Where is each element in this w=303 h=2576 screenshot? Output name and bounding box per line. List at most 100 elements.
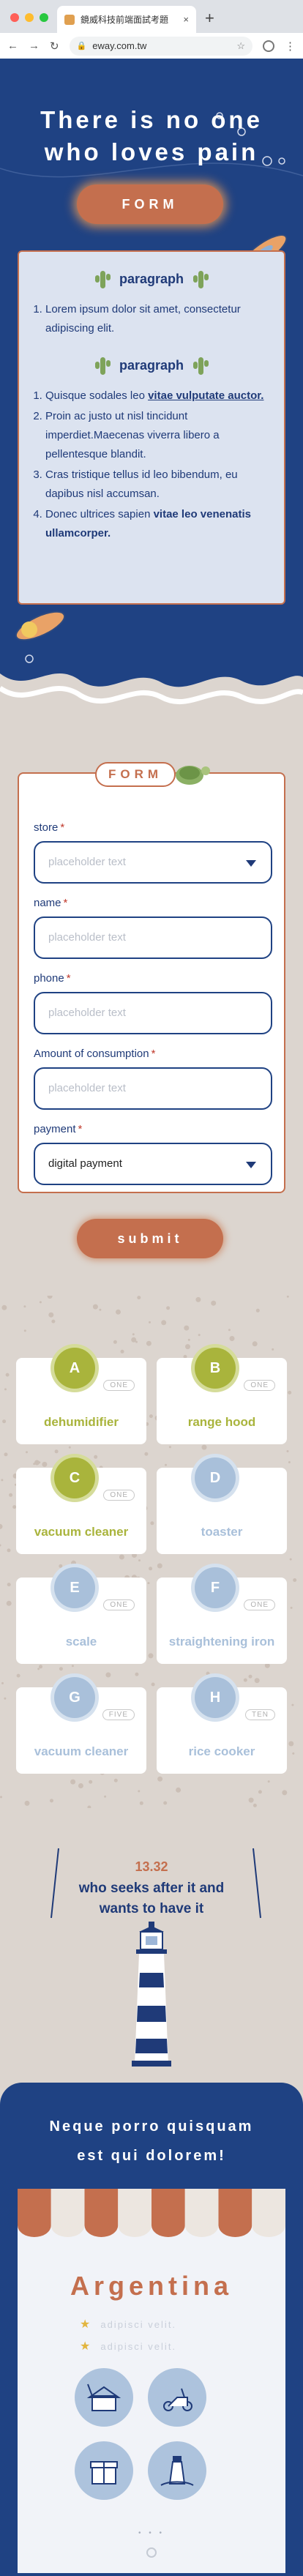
browser-tab[interactable]: 鏡威科技前端面試考題 × [57,6,196,33]
bottom-section: Neque porro quisquam est qui dolorem! Ar… [0,2083,303,2576]
product-badge: F [195,1567,236,1608]
amount-label: Amount of consumption * [34,1048,156,1060]
product-card[interactable]: E ONE scale [16,1567,146,1664]
product-name: scale [65,1635,97,1649]
name-input[interactable]: placeholder text [34,916,272,959]
paragraph-heading-text: paragraph [119,357,184,373]
menu-icon[interactable]: ⋮ [285,40,296,53]
star-row: ★ adipisci velit. [80,2339,176,2353]
tab-bar: 鏡威科技前端面試考題 × + [0,0,303,33]
payment-select[interactable]: digital payment [34,1143,272,1185]
wave-divider [0,673,303,717]
product-badge: E [54,1567,95,1608]
hero-title-line2: who loves pain [44,138,259,165]
product-name: straightening iron [168,1635,275,1649]
product-name: rice cooker [188,1744,255,1758]
lock-icon: 🔒 [76,42,87,51]
product-name: vacuum cleaner [34,1525,129,1539]
product-card[interactable]: C ONE vacuum cleaner [16,1457,146,1554]
ordered-list-2: Quisque sodales leo vitae vulputate auct… [34,387,269,543]
product-badge: H [195,1677,236,1718]
list-item-text: Quisque sodales leo [45,389,149,402]
bottom-title: Neque porro quisquam est qui dolorem! [0,2112,303,2170]
hero-title-line1: There is no one [40,106,263,133]
paragraph-heading-1: paragraph [34,268,269,290]
cactus-icon [94,357,111,375]
payment-label: payment * [34,1123,83,1135]
beach-house-icon[interactable] [75,2368,133,2427]
product-badge: G [54,1677,95,1718]
product-card[interactable]: Dtoaster [157,1457,287,1554]
store-select[interactable]: placeholder text [34,841,272,884]
form-card: FORM store * placeholder text name * place… [18,762,285,1193]
product-card[interactable]: G FIVE vacuum cleaner [16,1677,146,1774]
product-card[interactable]: H TEN rice cooker [157,1677,287,1774]
star-icon: ★ [80,2318,92,2331]
list-item: Lorem ipsum dolor sit amet, consectetur … [45,300,269,338]
list-item: Quisque sodales leo vitae vulputate auct… [45,387,269,406]
gift-icon[interactable] [75,2441,133,2500]
pager-dots[interactable]: • • • [18,2529,285,2537]
address-bar[interactable]: 🔒 eway.com.tw ☆ [69,36,252,56]
chevron-down-icon [246,860,256,867]
star-text: adipisci velit. [100,2340,177,2352]
bottom-title-line1: Neque porro quisquam [49,2118,254,2135]
submit-button[interactable]: submit [77,1219,223,1258]
list-item-link[interactable]: vitae vulputate auctor. [148,389,263,402]
ordered-list-1: Lorem ipsum dolor sit amet, consectetur … [34,300,269,338]
profile-icon[interactable] [263,40,274,52]
lighthouse-small-icon[interactable] [148,2441,206,2500]
lighthouse-line2: wants to have it [99,1901,204,1916]
form-title-pill: FORM [95,762,176,787]
form-button[interactable]: FORM [77,184,223,224]
phone-label: phone * [34,972,71,985]
product-badge: A [54,1348,95,1389]
star-text: adipisci velit. [100,2318,177,2330]
amount-input[interactable]: placeholder text [34,1067,272,1110]
product-name: toaster [201,1525,243,1539]
product-count-badge: ONE [103,1490,135,1501]
turtle-icon [176,766,210,785]
back-icon[interactable]: ← [7,40,18,52]
forward-icon[interactable]: → [29,40,40,52]
favicon-icon [64,14,75,25]
product-card[interactable]: B ONE range hood [157,1348,287,1444]
nav-bar: ← → ↻ 🔒 eway.com.tw ☆ ⋮ [0,33,303,59]
list-item-text: Donec ultrices sapien [45,508,154,520]
product-count-badge: ONE [244,1380,275,1391]
scooter-icon[interactable] [148,2368,206,2427]
minimize-window-button[interactable] [25,13,34,22]
product-name: vacuum cleaner [34,1744,129,1758]
list-item: Donec ultrices sapien vitae leo venenati… [45,505,269,543]
tab-close-icon[interactable]: × [183,14,189,25]
cactus-icon [193,357,209,375]
product-count-badge: TEN [245,1709,275,1720]
paragraph-heading-text: paragraph [119,271,184,286]
close-window-button[interactable] [10,13,19,22]
product-count-badge: FIVE [102,1709,135,1720]
list-item: Proin ac justo ut nisl tincidunt imperdi… [45,407,269,464]
bottom-title-line2: est qui dolorem! [77,2148,226,2164]
product-card[interactable]: F ONE straightening iron [157,1567,287,1664]
star-row: ★ adipisci velit. [80,2317,176,2332]
awning-icon [18,2189,285,2238]
product-badge: B [195,1348,236,1389]
product-card[interactable]: A ONE dehumidifier [16,1348,146,1444]
lighthouse-text: who seeks after it and wants to have it [0,1878,303,1919]
url-text: eway.com.tw [92,40,147,51]
new-tab-button[interactable]: + [205,9,214,28]
browser-chrome: 鏡威科技前端面試考題 × + ← → ↻ 🔒 eway.com.tw ☆ ⋮ [0,0,303,59]
country-name: Argentina [70,2271,233,2301]
bookmark-star-icon[interactable]: ☆ [236,40,245,52]
product-count-badge: ONE [244,1599,275,1610]
phone-input[interactable]: placeholder text [34,992,272,1034]
tablet-mockup: Argentina ★ adipisci velit. ★ adipisci vel… [18,2189,285,2573]
cactus-icon [94,271,111,288]
product-name: dehumidifier [43,1415,119,1429]
list-item: Cras tristique tellus id leo bibendum, e… [45,466,269,504]
paragraph-card: paragraph Lorem ipsum dolor sit amet, co… [18,250,285,605]
home-button[interactable] [146,2547,157,2558]
reload-icon[interactable]: ↻ [50,40,59,53]
lighthouse-icon [132,1922,171,2067]
maximize-window-button[interactable] [40,13,48,22]
